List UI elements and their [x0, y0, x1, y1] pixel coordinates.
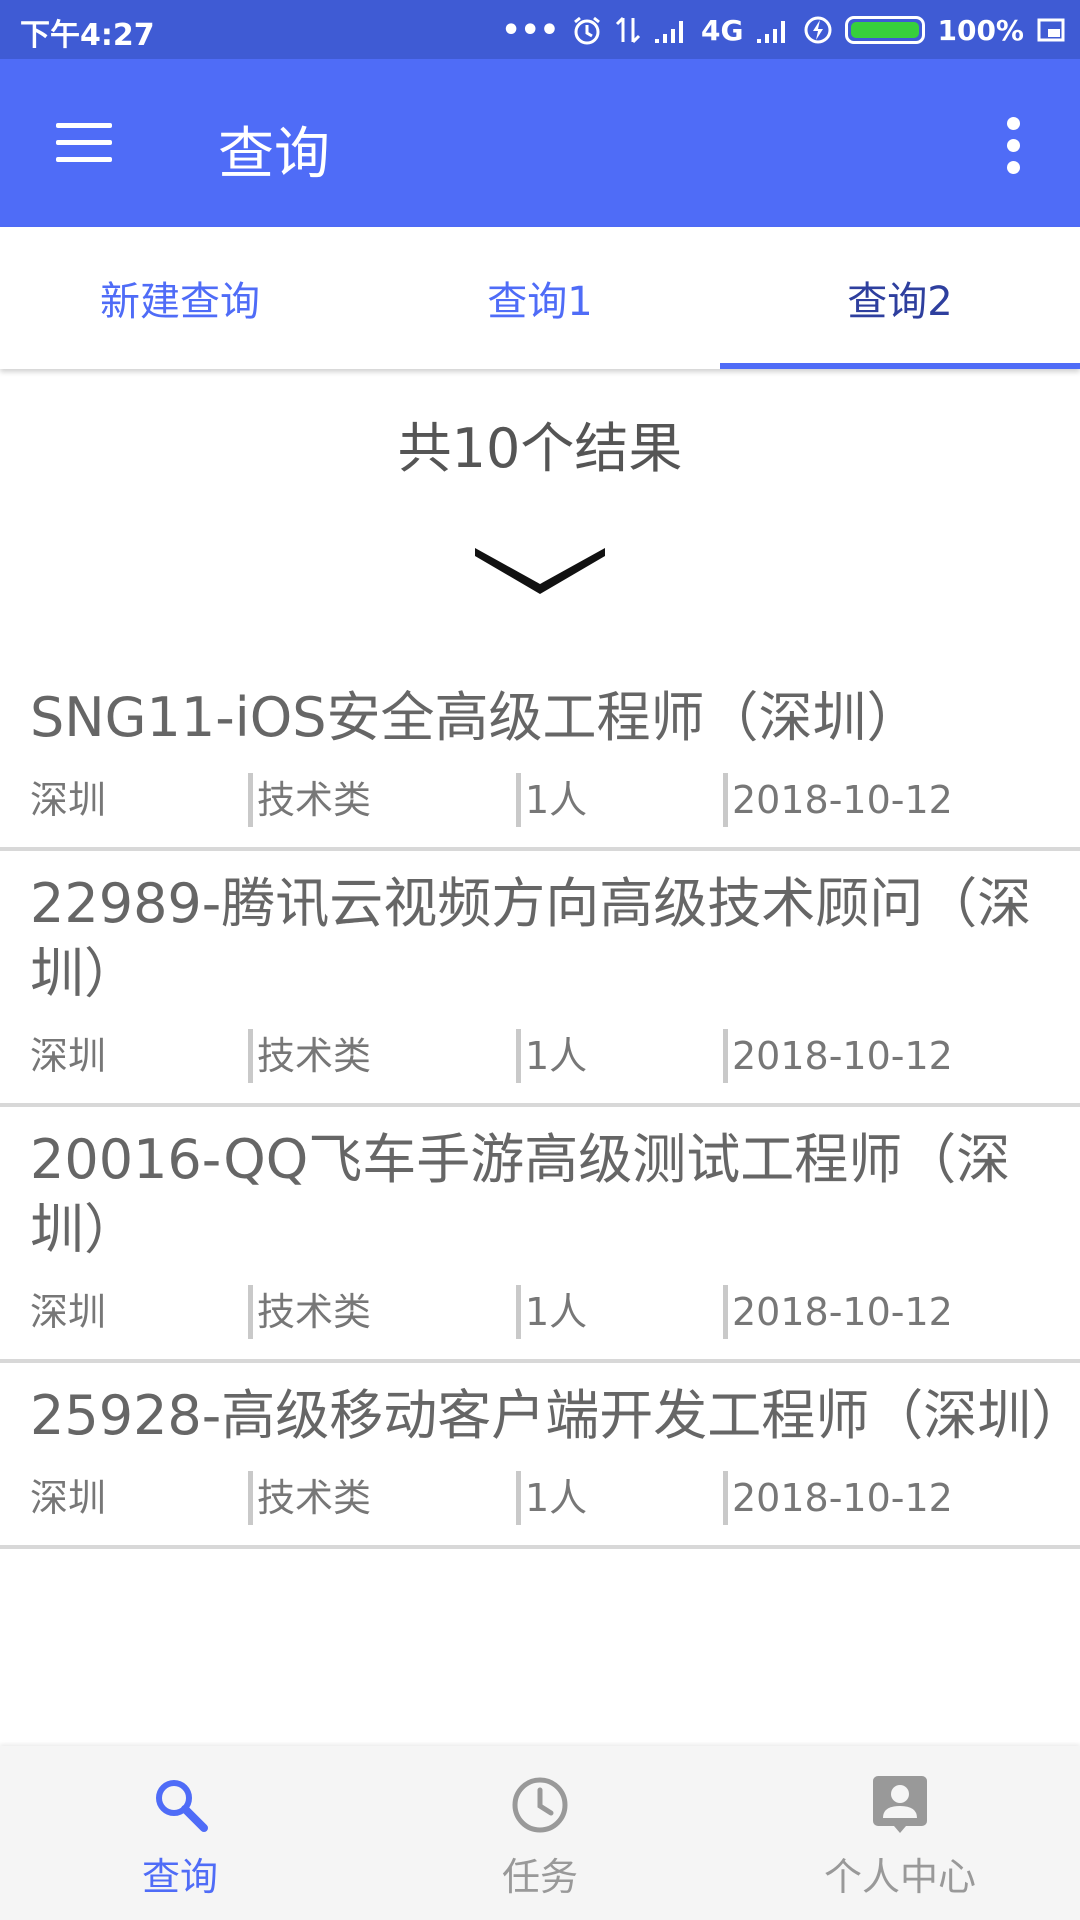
tab-indicator	[720, 363, 1080, 369]
job-category: 技术类	[248, 773, 371, 827]
result-count: 共10个结果	[397, 417, 683, 480]
status-time: 下午4:27	[20, 18, 155, 53]
nav-item-profile[interactable]: 个人中心	[720, 1746, 1080, 1920]
job-category: 技术类	[248, 1471, 371, 1525]
search-icon	[156, 1780, 208, 1832]
charging-icon	[804, 16, 832, 44]
status-bar: 下午4:27 ••• 4G 100%	[0, 0, 1080, 59]
person-icon	[873, 1776, 927, 1833]
nav-label-query: 查询	[141, 1855, 218, 1899]
job-title: SNG11-iOS安全高级工程师（深圳）	[30, 686, 921, 749]
more-options-button[interactable]	[990, 109, 1038, 181]
clock-icon	[512, 1777, 568, 1833]
list-item[interactable]: SNG11-iOS安全高级工程师（深圳） 深圳 技术类 1人 2018-10-1…	[0, 665, 1080, 851]
page-title: 查询	[218, 122, 330, 187]
job-date: 2018-10-12	[723, 773, 953, 827]
tab-query-1[interactable]: 查询1	[360, 227, 720, 369]
tab-bar: 新建查询 查询1 查询2	[0, 227, 1080, 369]
job-list[interactable]: SNG11-iOS安全高级工程师（深圳） 深圳 技术类 1人 2018-10-1…	[0, 665, 1080, 1745]
job-date: 2018-10-12	[723, 1285, 953, 1339]
job-city: 深圳	[30, 778, 107, 822]
list-item[interactable]: 20016-QQ飞车手游高级测试工程师（深圳） 深圳 技术类 1人 2018-1…	[0, 1107, 1080, 1363]
network-type: 4G	[701, 13, 744, 47]
job-meta: 深圳 技术类 1人 2018-10-12	[0, 1009, 1080, 1103]
job-city: 深圳	[30, 1034, 107, 1078]
job-meta: 深圳 技术类 1人 2018-10-12	[0, 1451, 1080, 1545]
tab-query-2[interactable]: 查询2	[720, 227, 1080, 369]
alarm-icon	[574, 16, 600, 45]
signal-icon	[655, 21, 684, 43]
list-item[interactable]: 25928-高级移动客户端开发工程师（深圳） 深圳 技术类 1人 2018-10…	[0, 1363, 1080, 1549]
tab-new-query[interactable]: 新建查询	[0, 227, 360, 369]
job-title: 25928-高级移动客户端开发工程师（深圳）	[30, 1384, 1080, 1447]
job-city: 深圳	[30, 1290, 107, 1334]
data-transfer-icon	[615, 16, 641, 44]
chevron-down-icon[interactable]	[471, 540, 609, 596]
app-bar: 查询	[0, 59, 1080, 227]
bottom-nav: 查询 任务 个人中心	[0, 1746, 1080, 1920]
job-category: 技术类	[248, 1285, 371, 1339]
job-headcount: 1人	[516, 1029, 587, 1083]
nav-item-query[interactable]: 查询	[0, 1746, 360, 1920]
menu-button[interactable]	[40, 103, 128, 183]
job-city: 深圳	[30, 1476, 107, 1520]
battery-percent: 100%	[937, 13, 1024, 47]
job-headcount: 1人	[516, 1285, 587, 1339]
screen-cast-icon	[1037, 18, 1065, 42]
battery-icon	[845, 16, 926, 44]
nav-label-profile: 个人中心	[823, 1855, 976, 1899]
job-headcount: 1人	[516, 773, 587, 827]
nav-item-tasks[interactable]: 任务	[360, 1746, 720, 1920]
job-meta: 深圳 技术类 1人 2018-10-12	[0, 1265, 1080, 1359]
job-category: 技术类	[248, 1029, 371, 1083]
job-date: 2018-10-12	[723, 1471, 953, 1525]
job-meta: 深圳 技术类 1人 2018-10-12	[0, 753, 1080, 847]
job-date: 2018-10-12	[723, 1029, 953, 1083]
signal-icon-2	[757, 21, 786, 43]
job-title: 20016-QQ飞车手游高级测试工程师（深圳）	[30, 1128, 1011, 1261]
job-title: 22989-腾讯云视频方向高级技术顾问（深圳）	[30, 872, 1032, 1005]
status-icons: ••• 4G 100%	[501, 8, 1066, 52]
list-item[interactable]: 22989-腾讯云视频方向高级技术顾问（深圳） 深圳 技术类 1人 2018-1…	[0, 851, 1080, 1107]
nav-label-tasks: 任务	[501, 1855, 578, 1899]
job-headcount: 1人	[516, 1471, 587, 1525]
more-dots-icon: •••	[501, 12, 560, 48]
